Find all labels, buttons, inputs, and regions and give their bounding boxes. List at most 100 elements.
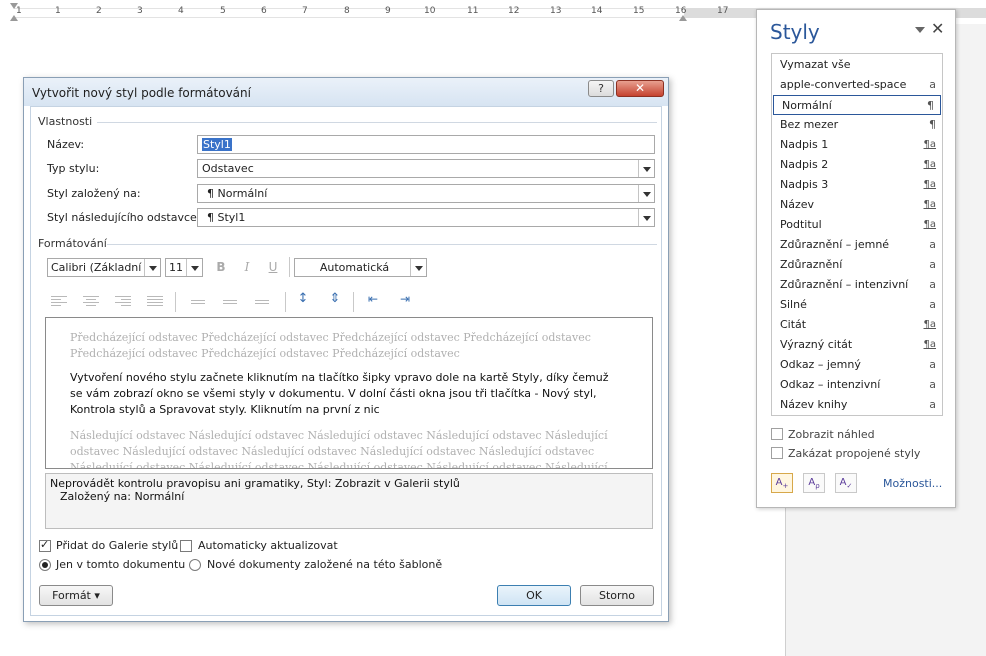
style-preview: Předcházející odstavec Předcházející ods… (45, 317, 653, 469)
character-style-icon: a (929, 78, 936, 91)
increase-paragraph-spacing-icon[interactable]: ↕ (293, 290, 313, 308)
align-left-icon[interactable] (51, 296, 67, 308)
style-item-label: Podtitul (780, 218, 822, 231)
style-inspector-icon[interactable]: Aρ (803, 473, 825, 493)
divider (289, 257, 290, 277)
pane-close-icon[interactable]: ✕ (931, 19, 944, 38)
dialog-titlebar[interactable]: Vytvořit nový styl podle formátování ? ✕ (24, 78, 668, 106)
cancel-button[interactable]: Storno (580, 585, 654, 606)
style-type-dropdown[interactable]: Odstavec (197, 159, 655, 178)
ruler-number: 12 (508, 6, 520, 16)
justify-icon[interactable] (147, 296, 163, 308)
style-item-label: Výrazný citát (780, 338, 853, 351)
style-type-label: Typ stylu: (47, 162, 100, 175)
style-item-label: Název knihy (780, 398, 848, 411)
ruler-number: 4 (178, 6, 184, 16)
new-documents-radio[interactable] (189, 559, 201, 571)
character-style-icon: a (929, 358, 936, 371)
auto-update-label: Automaticky aktualizovat (198, 539, 338, 552)
style-item[interactable]: apple-converted-space a (772, 75, 942, 95)
paragraph-style-icon: ¶ (929, 118, 936, 131)
chevron-down-icon[interactable] (638, 160, 654, 177)
style-item-label: Nadpis 3 (780, 178, 829, 191)
align-center-icon[interactable] (83, 296, 99, 308)
style-item[interactable]: Zdůraznění – jemné a (772, 235, 942, 255)
style-item[interactable]: Výrazný citát ¶a (772, 335, 942, 355)
manage-styles-icon[interactable]: A✓ (835, 473, 857, 493)
style-item-label: Bez mezer (780, 118, 839, 131)
description-line: Neprovádět kontrolu pravopisu ani gramat… (50, 477, 460, 490)
style-item-label: Normální (782, 99, 832, 112)
decrease-paragraph-spacing-icon[interactable]: ⇕ (325, 290, 345, 308)
chevron-down-icon[interactable] (410, 259, 426, 276)
show-preview-checkbox[interactable] (771, 428, 783, 440)
font-dropdown[interactable]: Calibri (Základní te (47, 258, 161, 277)
style-item[interactable]: Odkaz – jemný a (772, 355, 942, 375)
font-color-dropdown[interactable]: Automatická (294, 258, 427, 277)
styles-pane: Styly ✕ Vymazat vše apple-converted-spac… (756, 9, 956, 508)
options-link[interactable]: Možnosti... (883, 477, 942, 490)
preview-following-paragraph: Následující odstavec Následující odstave… (70, 429, 608, 469)
style-description: Neprovádět kontrolu pravopisu ani gramat… (45, 473, 653, 529)
chevron-down-icon[interactable] (144, 259, 160, 276)
italic-button[interactable]: I (237, 258, 257, 276)
align-right-icon[interactable] (115, 296, 131, 308)
single-spacing-icon[interactable] (191, 300, 207, 312)
style-item-label: Zdůraznění (780, 258, 843, 271)
one-half-spacing-icon[interactable] (223, 300, 239, 312)
style-item-label: Název (780, 198, 815, 211)
style-item[interactable]: Nadpis 3 ¶a (772, 175, 942, 195)
style-item[interactable]: Název knihy a (772, 395, 942, 415)
increase-indent-icon[interactable]: ⇥ (395, 290, 415, 308)
style-item[interactable]: Vymazat vše (772, 55, 942, 75)
divider (285, 292, 286, 312)
disable-linked-styles-checkbox[interactable] (771, 447, 783, 459)
style-item[interactable]: Zdůraznění a (772, 255, 942, 275)
ruler-number: 15 (633, 6, 645, 16)
style-item[interactable]: Podtitul ¶a (772, 215, 942, 235)
underline-button[interactable]: U (263, 258, 283, 276)
divider (97, 122, 657, 123)
based-on-dropdown[interactable]: ¶ Normální (197, 184, 655, 203)
style-item-selected[interactable]: Normální ¶ (773, 95, 941, 115)
style-item[interactable]: Název ¶a (772, 195, 942, 215)
add-to-gallery-checkbox[interactable] (39, 538, 51, 552)
linked-style-icon: ¶a (923, 319, 937, 330)
pane-options-dropdown-icon[interactable] (915, 27, 925, 33)
auto-update-checkbox[interactable] (180, 540, 192, 552)
decrease-indent-icon[interactable]: ⇤ (363, 290, 383, 308)
new-style-icon[interactable]: A+ (771, 473, 793, 493)
style-item[interactable]: Citát ¶a (772, 315, 942, 335)
style-item[interactable]: Nadpis 2 ¶a (772, 155, 942, 175)
linked-style-icon: ¶a (923, 159, 937, 170)
only-this-document-radio[interactable] (39, 559, 51, 571)
ok-button[interactable]: OK (497, 585, 571, 606)
chevron-down-icon[interactable] (638, 209, 654, 226)
ruler-number: 10 (424, 6, 436, 16)
chevron-down-icon[interactable] (186, 259, 202, 276)
font-color-value: Automatická (319, 261, 390, 274)
bold-button[interactable]: B (211, 258, 231, 276)
dialog-title: Vytvořit nový styl podle formátování (32, 86, 251, 100)
style-list: Vymazat vše apple-converted-space a Normá… (771, 53, 943, 416)
style-item[interactable]: Silné a (772, 295, 942, 315)
close-button[interactable]: ✕ (616, 80, 664, 97)
style-name-value: Styl1 (202, 138, 232, 151)
next-style-dropdown[interactable]: ¶ Styl1 (197, 208, 655, 227)
font-size-dropdown[interactable]: 11 (165, 258, 203, 277)
show-preview-label: Zobrazit náhled (788, 428, 875, 441)
character-style-icon: a (929, 238, 936, 251)
double-spacing-icon[interactable] (255, 300, 271, 312)
linked-style-icon: ¶a (923, 179, 937, 190)
style-item[interactable]: Odkaz – intenzivní a (772, 375, 942, 395)
help-button[interactable]: ? (588, 80, 614, 97)
divider (107, 244, 657, 245)
linked-style-icon: ¶a (923, 219, 937, 230)
style-item[interactable]: Nadpis 1 ¶a (772, 135, 942, 155)
style-item[interactable]: Bez mezer ¶ (772, 115, 942, 135)
style-name-input[interactable]: Styl1 (197, 135, 655, 154)
style-item[interactable]: Zdůraznění – intenzivní a (772, 275, 942, 295)
format-button[interactable]: Formát ▾ (39, 585, 113, 606)
new-documents-label: Nové dokumenty založené na této šabloně (207, 558, 443, 571)
chevron-down-icon[interactable] (638, 185, 654, 202)
